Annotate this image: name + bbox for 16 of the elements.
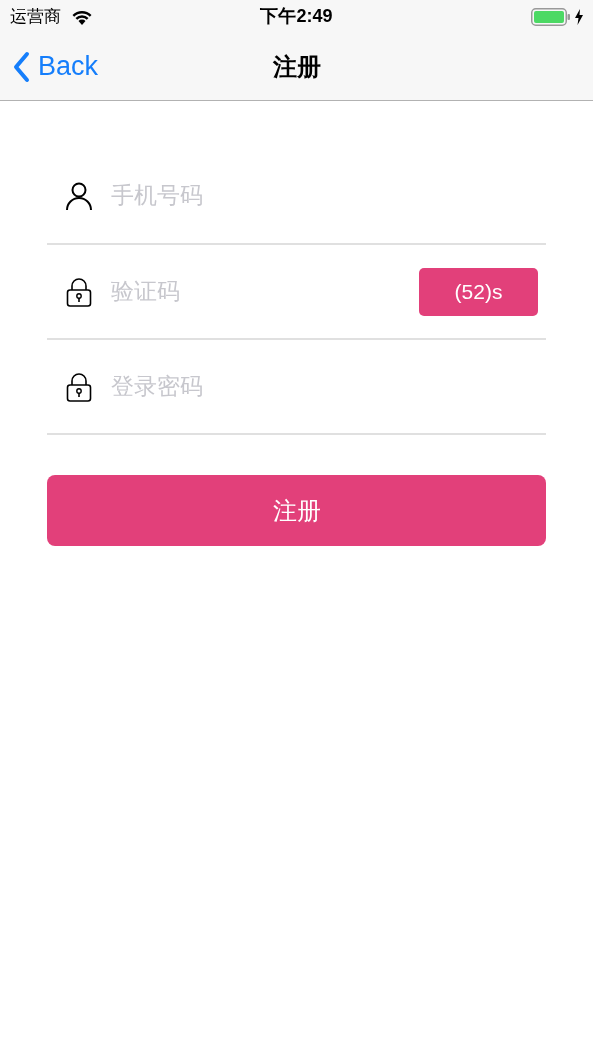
input-field[interactable]: 登录密码	[111, 361, 538, 412]
battery-icon	[531, 7, 571, 26]
register-button[interactable]: 注册	[47, 475, 546, 546]
user-icon	[66, 181, 92, 210]
input-field[interactable]: 验证码	[111, 266, 419, 317]
lock-icon	[66, 276, 92, 307]
input-field[interactable]: 手机号码	[111, 170, 538, 221]
page-title: 注册	[272, 51, 321, 82]
countdown-button[interactable]: (52)s	[419, 267, 538, 316]
back-button[interactable]: Back	[12, 46, 99, 87]
wifi-icon	[71, 8, 93, 25]
clock-text: 下午2:49	[260, 5, 333, 28]
carrier-text: 运营商	[10, 5, 61, 28]
lock-icon	[66, 371, 92, 402]
chevron-left-icon	[12, 50, 30, 83]
charging-icon	[575, 8, 583, 25]
